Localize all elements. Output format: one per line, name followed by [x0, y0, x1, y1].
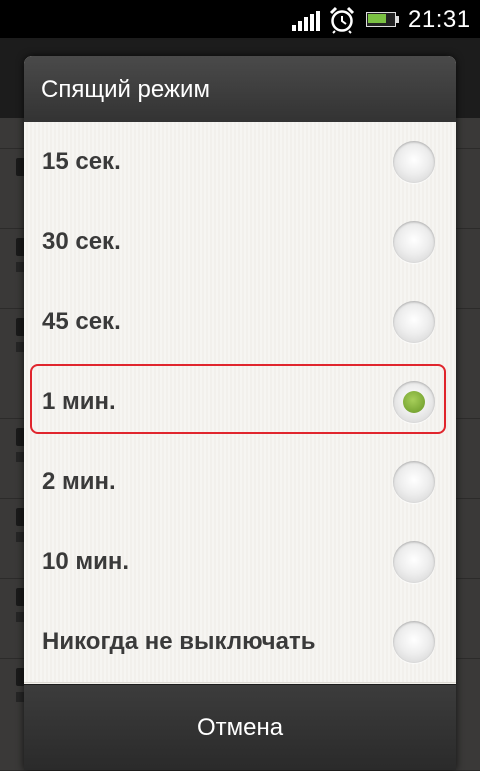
option-label: 15 сек. — [42, 148, 121, 175]
battery-icon — [366, 12, 400, 27]
option-label: 1 мин. — [42, 388, 116, 415]
sleep-mode-dialog: Спящий режим 15 сек. 30 сек. 45 сек. 1 м… — [24, 56, 456, 770]
option-15-sec[interactable]: 15 сек. — [24, 122, 456, 203]
option-2-min[interactable]: 2 мин. — [24, 442, 456, 523]
option-10-min[interactable]: 10 мин. — [24, 522, 456, 603]
signal-icon — [292, 11, 322, 31]
radio-button-icon[interactable] — [393, 541, 435, 583]
option-label: 45 сек. — [42, 308, 121, 335]
option-never[interactable]: Никогда не выключать — [24, 602, 456, 683]
option-1-min[interactable]: 1 мин. — [24, 362, 456, 443]
radio-button-checked-icon[interactable] — [393, 381, 435, 423]
radio-button-icon[interactable] — [393, 301, 435, 343]
status-time: 21:31 — [408, 6, 471, 33]
option-label: 2 мин. — [42, 468, 116, 495]
radio-button-icon[interactable] — [393, 621, 435, 663]
dialog-header: Спящий режим — [24, 56, 456, 123]
option-label: Никогда не выключать — [42, 628, 316, 655]
dialog-title: Спящий режим — [41, 76, 210, 103]
radio-button-icon[interactable] — [393, 221, 435, 263]
dialog-footer: Отмена — [24, 684, 456, 770]
option-30-sec[interactable]: 30 сек. — [24, 202, 456, 283]
timeout-options-list: 15 сек. 30 сек. 45 сек. 1 мин. 2 мин. 10… — [24, 122, 456, 683]
option-label: 30 сек. — [42, 228, 121, 255]
option-45-sec[interactable]: 45 сек. — [24, 282, 456, 363]
status-bar: 21:31 — [0, 0, 480, 38]
radio-button-icon[interactable] — [393, 461, 435, 503]
alarm-clock-icon — [329, 6, 355, 34]
radio-button-icon[interactable] — [393, 141, 435, 183]
cancel-button[interactable]: Отмена — [24, 685, 456, 770]
option-label: 10 мин. — [42, 548, 130, 575]
